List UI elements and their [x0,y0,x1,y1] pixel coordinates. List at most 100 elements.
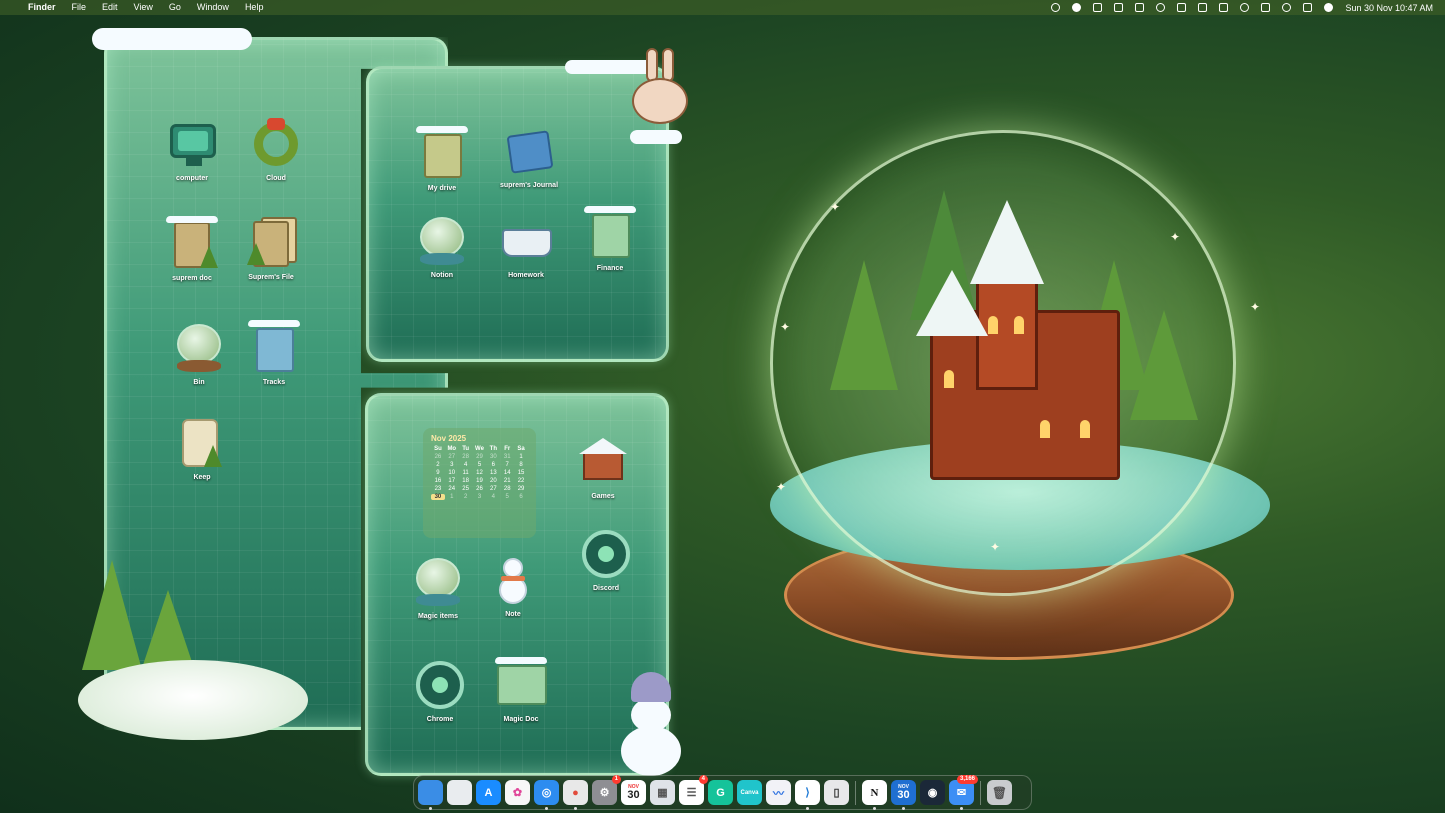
calendar-day: 29 [517,486,525,492]
desktop-icon-suprems-file[interactable]: Suprem's File [231,215,311,281]
app-menu-finder[interactable]: Finder [20,0,64,15]
dock-steam[interactable]: ◉ [920,780,945,805]
desktop-icon-suprems-journal[interactable]: suprem's Journal [489,123,569,189]
trash-icon: 🗑 [991,785,1008,800]
menu-bar-right: Sun 30 Nov 10:47 AM [1045,3,1445,13]
display-icon[interactable] [1135,3,1145,12]
dock-trash[interactable]: 🗑 [987,780,1012,805]
sparkle-icon: ✦ [1250,300,1261,314]
calendar-day: 2 [436,462,440,468]
dock-vscode[interactable]: ⟩ [795,780,820,810]
menu-window[interactable]: Window [189,0,237,15]
menu-bar: Finder File Edit View Go Window Help Sun… [0,0,1445,15]
cabin-icon [575,434,631,490]
desktop-icon-suprem-doc[interactable]: suprem doc [152,216,232,282]
menu-view[interactable]: View [126,0,161,15]
running-indicator [960,807,963,810]
calendar-day: 23 [434,486,442,492]
flag-icon[interactable] [1324,3,1334,12]
calendar-day-today: 30 [431,494,445,500]
calendar-day-number: 30 [627,789,640,801]
calendar-day: 31 [503,454,511,460]
dock-chrome[interactable]: ● [563,780,588,810]
desktop-icon-tracks[interactable]: Tracks [234,320,314,386]
calendar-day: 9 [436,470,440,476]
dock-calendar[interactable]: NOV 30 [621,780,646,805]
notification-badge: 1 [611,775,621,784]
dock-canva[interactable]: Canva [737,780,762,805]
sparkle-icon: ✦ [780,320,791,334]
menu-clock[interactable]: Sun 30 Nov 10:47 AM [1339,3,1445,13]
desktop-icon-my-drive[interactable]: My drive [402,126,482,192]
desktop-icon-chrome[interactable]: Chrome [400,657,480,723]
desktop-icon-note[interactable]: Note [473,552,553,618]
dock-calendar-2[interactable]: NOV 30 [891,780,916,810]
document-stack-icon [243,215,299,271]
cloud-icon[interactable] [1051,3,1061,12]
control-center-icon[interactable] [1303,3,1313,12]
sparkle-icon: ✦ [830,200,841,214]
sidebar-icon[interactable] [1177,3,1187,12]
dock-iphone-mirroring[interactable]: ▯ [824,780,849,805]
desktop-icon-finance[interactable]: Finance [570,206,650,272]
snowman-decoration [617,672,687,776]
wifi-icon[interactable] [1240,3,1250,12]
d-app-icon[interactable] [1072,3,1082,12]
desktop-icon-notion[interactable]: Notion [402,213,482,279]
menu-go[interactable]: Go [161,0,189,15]
desktop-icon-games[interactable]: Games [563,434,643,500]
calendar-day: 13 [490,470,497,476]
desktop-icon-discord[interactable]: Discord [566,526,646,592]
dock-reminders[interactable]: ☰ 4 [679,775,708,805]
calendar-icon[interactable] [1114,3,1124,12]
menu-help[interactable]: Help [237,0,272,15]
window-icon[interactable] [1198,3,1208,12]
search-icon[interactable] [1282,3,1292,12]
dock-safari[interactable]: ◎ [534,780,559,810]
notion-icon[interactable] [1093,3,1103,12]
dock-app-store[interactable]: A [476,780,501,805]
dock-mail[interactable]: ✉ 3,166 [949,775,978,810]
dock-system-settings[interactable]: ⚙ 1 [592,775,621,805]
journal-book-icon [501,123,557,179]
icon-label: computer [176,175,208,182]
desktop-icon-keep[interactable]: Keep [162,415,242,481]
moon-icon[interactable] [1156,3,1166,12]
menu-edit[interactable]: Edit [94,0,126,15]
freeform-icon: 〰 [773,787,784,800]
dock-notion[interactable]: N [862,780,887,810]
desktop-icon-bin[interactable]: Bin [159,320,239,386]
desktop-icon-magic-doc[interactable]: Magic Doc [481,657,561,723]
icon-label: Finance [596,265,624,272]
calendar-day: 1 [450,494,454,500]
desktop-icon-computer[interactable]: computer [152,116,232,182]
mail-icon: ✉ [956,787,967,799]
dock-separator [855,780,856,805]
dock-launchpad[interactable]: ▦ [650,780,675,805]
dock-finder[interactable] [418,780,443,810]
scroll-icon [174,415,230,471]
calendar-day: 10 [448,470,456,476]
dock-grammarly[interactable]: G [708,780,733,805]
calendar-day: 5 [477,462,482,468]
folder-icon [414,126,470,182]
weekday-label: Tu [462,446,470,452]
calendar-title: Nov 2025 [431,434,467,443]
snow-globe-illustration: ✦ ✦ ✦ ✦ ✦ ✦ [740,120,1300,720]
desktop-icon-magic-items[interactable]: Magic items [398,554,478,620]
dock-freeform[interactable]: 〰 [766,780,791,805]
volume-icon[interactable] [1219,3,1229,12]
snow-globe-icon [414,213,470,269]
dock-photos[interactable]: ✿ [505,780,530,805]
calendar-day: 29 [476,454,483,460]
calendar-widget[interactable]: Nov 2025 Su Mo Tu We Th Fr Sa 26 27 28 2… [423,428,536,538]
computer-icon [164,116,220,172]
desktop-icon-cloud[interactable]: Cloud [236,116,316,182]
bluetooth-icon[interactable] [1261,3,1271,12]
weekday-label: Fr [504,446,511,452]
calendar-day: 14 [503,470,511,476]
menu-file[interactable]: File [64,0,95,15]
dock-screenshot[interactable] [447,780,472,805]
calendar-day: 5 [505,494,509,500]
desktop-icon-homework[interactable]: Homework [486,213,566,279]
